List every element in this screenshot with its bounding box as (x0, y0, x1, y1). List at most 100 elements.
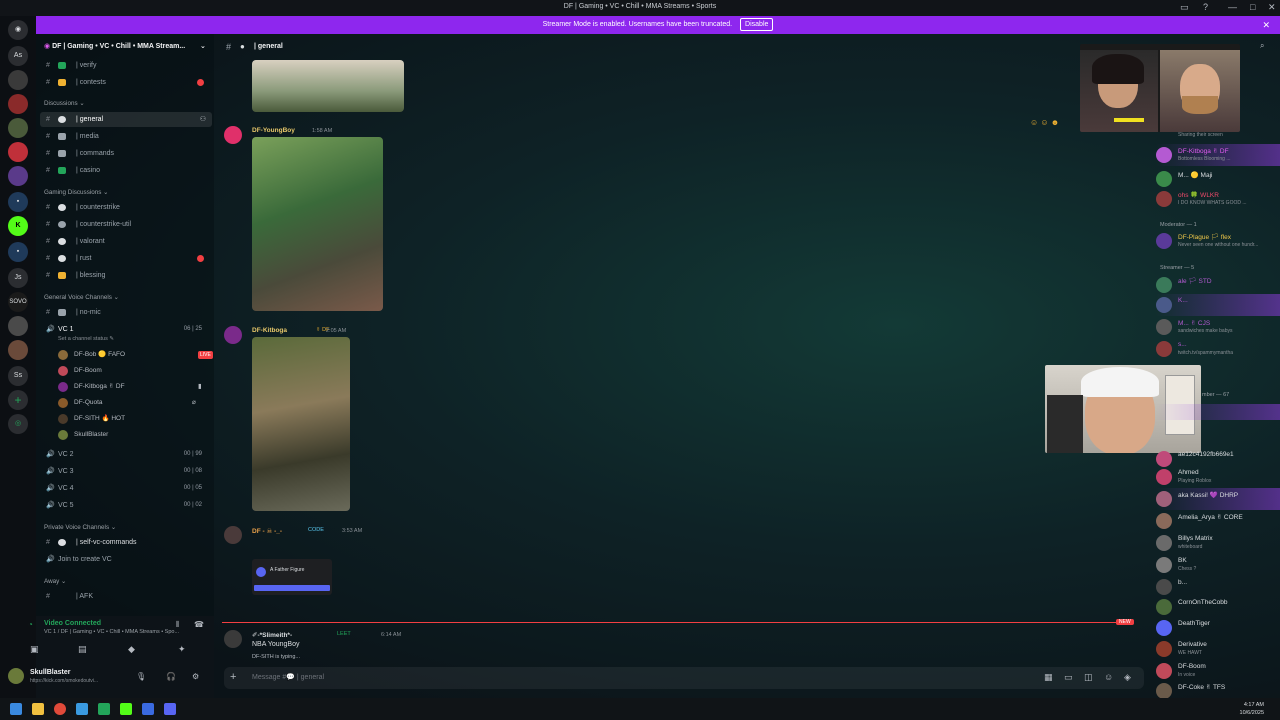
avatar[interactable] (224, 126, 242, 144)
app-icon[interactable] (98, 703, 110, 715)
avatar[interactable] (224, 326, 242, 344)
member-item[interactable]: Ahmed Playing Roblox (1156, 466, 1280, 488)
channel-valorant[interactable]: # | valorant (36, 234, 212, 249)
system-clock[interactable]: 4:17 AM 10/6/2025 (1240, 701, 1264, 717)
app-icon[interactable] (76, 703, 88, 715)
category-discussions[interactable]: Discussions ⌄ (44, 100, 85, 107)
channel-counterstrike[interactable]: # | counterstrike (36, 200, 212, 215)
discord-taskbar-icon[interactable] (164, 703, 176, 715)
direct-messages-icon[interactable]: ◉ (8, 20, 28, 40)
server-icon-as[interactable]: As (8, 46, 28, 66)
kick-icon[interactable] (120, 703, 132, 715)
channel-rust[interactable]: # | rust (36, 251, 212, 266)
discover-icon[interactable]: ◎ (8, 414, 28, 434)
server-icon-sovo[interactable]: SOVO (8, 292, 28, 312)
member-item[interactable]: BK Chess ? (1156, 554, 1280, 576)
sticker-icon[interactable]: ◫ (1084, 672, 1093, 683)
channel-counterstrike-util[interactable]: # | counterstrike-util (36, 217, 212, 232)
gif-icon[interactable]: ▭ (1064, 672, 1073, 683)
member-item[interactable]: Amelia_Arya ✌ CORE (1156, 510, 1280, 532)
member-item[interactable]: aka Kassi! 💜 DHRP (1156, 488, 1280, 510)
message-image[interactable] (252, 337, 350, 511)
signal-icon[interactable]: ◔ (28, 620, 33, 629)
server-icon-js[interactable]: Js (8, 268, 28, 288)
disable-streamer-mode-button[interactable]: Disable (740, 18, 774, 31)
noise-suppression-icon[interactable]: ⫴ (176, 620, 179, 630)
member-item[interactable]: M... 🟡 Maji (1156, 168, 1280, 190)
help-icon[interactable]: ? (1203, 2, 1208, 12)
search-icon[interactable]: ⌕ (1260, 41, 1264, 51)
kick-server-icon[interactable]: K (8, 216, 28, 236)
member-item[interactable]: CornOnTheCobb (1156, 596, 1280, 618)
channel-blessing[interactable]: # | blessing (36, 268, 212, 283)
message-author[interactable]: DF - ☠ -_- (252, 527, 282, 535)
message-author[interactable]: DF-Kitboga (252, 327, 287, 334)
channel-verify[interactable]: # | verify (36, 58, 212, 73)
avatar[interactable] (224, 630, 242, 648)
disconnect-icon[interactable]: ☎ (194, 620, 204, 629)
minimize-button[interactable]: — (1228, 2, 1237, 12)
voice-channel-join-to-create[interactable]: 🔊 Join to create VC (36, 552, 212, 567)
add-server-icon[interactable]: + (8, 390, 28, 410)
add-member-icon[interactable]: ⚇ (200, 112, 206, 127)
avatar[interactable] (224, 526, 242, 544)
screen-share-icon[interactable]: ▤ (78, 644, 87, 655)
channel-contests[interactable]: # | contests (36, 75, 212, 90)
category-private-voice[interactable]: Private Voice Channels ⌄ (44, 524, 116, 531)
member-item[interactable]: s... twitch.tv/spammymantha (1156, 338, 1280, 360)
channel-self-vc-commands[interactable]: # | self-vc-commands (36, 535, 212, 550)
close-banner-icon[interactable]: ✕ (1262, 16, 1270, 34)
category-away[interactable]: Away ⌄ (44, 578, 66, 585)
server-icon[interactable] (8, 94, 28, 114)
channel-casino[interactable]: # | casino (36, 163, 212, 178)
voice-channel-vc1[interactable]: 🔊 VC 1 06 | 25 (36, 322, 212, 337)
member-item[interactable]: DF-Kitboga ✌ DF Bottomless Blooming ... (1156, 144, 1280, 166)
server-icon[interactable] (8, 316, 28, 336)
soundboard-icon[interactable]: ✦ (178, 644, 186, 655)
server-icon[interactable] (8, 166, 28, 186)
server-icon[interactable] (8, 118, 28, 138)
reaction-icons[interactable]: ☺ ☺ ☻ (1030, 118, 1059, 127)
server-name-header[interactable]: ◉ DF | Gaming • VC • Chill • MMA Stream.… (44, 42, 206, 50)
attach-plus-icon[interactable]: + (230, 671, 236, 683)
message-image[interactable] (252, 137, 383, 311)
embed-button[interactable] (254, 585, 330, 591)
member-item[interactable]: K... (1156, 294, 1280, 316)
voice-channel-vc3[interactable]: 🔊 VC 3 00 | 08 (36, 464, 212, 479)
server-icon[interactable] (8, 142, 28, 162)
member-item[interactable]: M... ✌ CJS sandwiches make babys (1156, 316, 1280, 338)
member-item[interactable]: DeathTiger (1156, 617, 1280, 639)
app-icon[interactable] (142, 703, 154, 715)
voice-connected-status[interactable]: Video Connected (44, 620, 101, 627)
folder-icon[interactable]: ▪ (8, 242, 28, 262)
member-item[interactable]: b... (1156, 576, 1280, 598)
member-item[interactable]: ohs 🍀 WLKR I DO KNOW WHATS GOOD ... (1156, 188, 1280, 210)
server-icon[interactable] (8, 340, 28, 360)
stream-preview[interactable] (1080, 44, 1240, 132)
chevron-down-icon[interactable]: ⌄ (200, 42, 206, 50)
channel-afk[interactable]: # | AFK (36, 589, 212, 604)
apps-icon[interactable]: ◈ (1124, 672, 1131, 683)
channel-no-mic[interactable]: # | no-mic (36, 305, 212, 320)
voice-channel-vc2[interactable]: 🔊 VC 2 00 | 99 (36, 447, 212, 462)
inbox-icon[interactable]: ▭ (1180, 2, 1189, 13)
windows-start-icon[interactable] (10, 703, 22, 715)
channel-status[interactable]: Set a channel status ✎ (58, 336, 114, 342)
category-gaming[interactable]: Gaming Discussions ⌄ (44, 189, 108, 196)
message-input[interactable]: Message #💬 | general (252, 673, 324, 681)
folder-icon[interactable]: ▪ (8, 192, 28, 212)
channel-general[interactable]: # | general ⚇ (40, 112, 212, 127)
message-author[interactable]: ✐-*Slimeith*- (252, 631, 292, 639)
message-image[interactable] (252, 60, 404, 112)
link-embed[interactable]: A Father Figure (252, 559, 332, 595)
activity-icon[interactable]: ◆ (128, 644, 135, 655)
member-item[interactable]: DF-Plague 🏳 flex Never seen one without o… (1156, 230, 1280, 252)
channel-media[interactable]: # | media (36, 129, 212, 144)
server-icon[interactable] (8, 70, 28, 90)
member-item[interactable]: DF-Boom In voice (1156, 660, 1280, 682)
camera-off-icon[interactable]: ▣ (30, 644, 39, 655)
message-author[interactable]: DF-YoungBoy (252, 127, 295, 134)
close-window-button[interactable]: ✕ (1268, 2, 1276, 13)
voice-channel-vc4[interactable]: 🔊 VC 4 00 | 05 (36, 481, 212, 496)
chrome-icon[interactable] (54, 703, 66, 715)
